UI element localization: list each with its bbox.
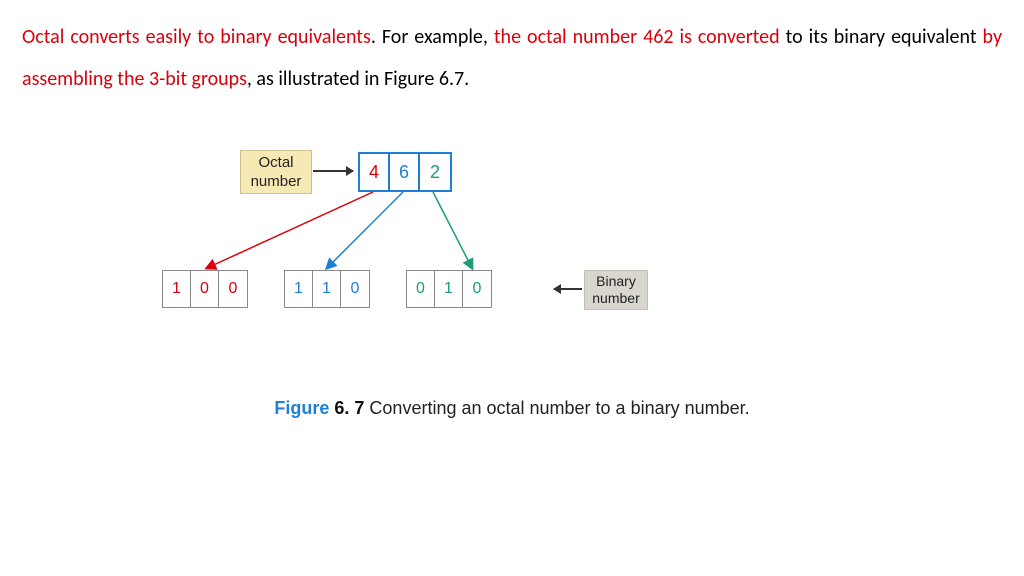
- bit-g3-b2: 1: [435, 271, 463, 307]
- binary-row: 1 0 0 1 1 0 0 1 0: [162, 270, 492, 308]
- octal-label-line2: number: [241, 172, 311, 192]
- caption-figure-number: 6. 7: [334, 398, 364, 418]
- octal-label-line1: Octal: [241, 153, 311, 173]
- binary-label-line1: Binary: [585, 273, 647, 291]
- bit-g3-b3: 0: [463, 271, 491, 307]
- text-span-3: the octal number 462 is converted: [494, 25, 780, 49]
- binary-group-3: 0 1 0: [406, 270, 492, 308]
- binary-group-2: 1 1 0: [284, 270, 370, 308]
- octal-digit-2: 6: [390, 154, 420, 190]
- arrow-right-icon: [313, 170, 353, 172]
- caption-figure-word: Figure: [274, 398, 329, 418]
- figure-caption: Figure 6. 7 Converting an octal number t…: [22, 398, 1002, 419]
- octal-digit-3: 2: [420, 154, 450, 190]
- bit-g1-b3: 0: [219, 271, 247, 307]
- intro-paragraph: Octal converts easily to binary equivale…: [22, 16, 1002, 100]
- bit-g2-b3: 0: [341, 271, 369, 307]
- text-span-6: , as illustrated in Figure 6.7.: [247, 67, 469, 91]
- bit-g3-b1: 0: [407, 271, 435, 307]
- arrow-left-icon: [554, 288, 582, 290]
- binary-number-label: Binary number: [584, 270, 648, 310]
- bit-g1-b2: 0: [191, 271, 219, 307]
- text-span-1: Octal converts easily to binary equivale…: [22, 25, 371, 49]
- octal-digits-box: 4 6 2: [358, 152, 452, 192]
- conversion-diagram: Octal number 4 6 2 1 0 0 1: [162, 150, 862, 380]
- text-span-2: . For example,: [371, 25, 494, 49]
- octal-number-label: Octal number: [240, 150, 312, 194]
- binary-group-1: 1 0 0: [162, 270, 248, 308]
- octal-digit-1: 4: [360, 154, 390, 190]
- binary-label-line2: number: [585, 290, 647, 308]
- text-span-4: to its binary equivalent: [780, 25, 983, 49]
- caption-text: Converting an octal number to a binary n…: [364, 398, 749, 418]
- bit-g2-b2: 1: [313, 271, 341, 307]
- bit-g2-b1: 1: [285, 271, 313, 307]
- bit-g1-b1: 1: [163, 271, 191, 307]
